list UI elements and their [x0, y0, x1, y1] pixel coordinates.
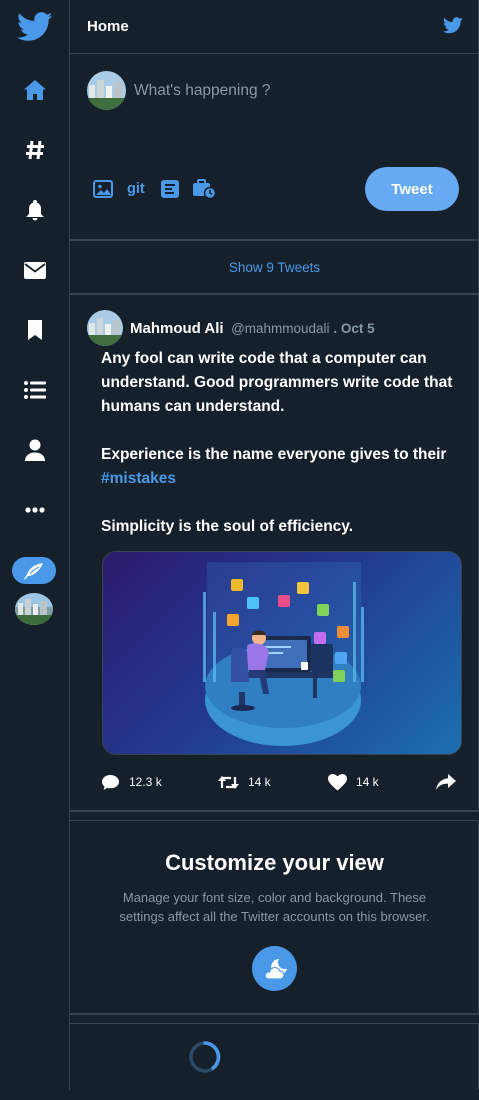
list-icon[interactable]	[0, 370, 69, 410]
tweet-date: . Oct 5	[329, 321, 375, 336]
retweet-count: 14 k	[248, 775, 271, 789]
tweet-paragraph: Any fool can write code that a computer …	[101, 350, 453, 415]
like-button[interactable]: 14 k	[328, 772, 379, 792]
tweet-button[interactable]: Tweet	[365, 167, 459, 211]
like-count: 14 k	[356, 775, 379, 789]
show-new-tweets-link[interactable]: Show 9 Tweets	[70, 241, 479, 295]
feather-icon	[24, 562, 43, 579]
section-divider	[70, 812, 479, 821]
more-icon[interactable]	[0, 490, 69, 530]
twitter-logo-icon[interactable]	[0, 7, 69, 47]
gif-button[interactable]: git	[127, 178, 145, 200]
loading-spinner-icon	[188, 1040, 222, 1074]
gif-label: git	[127, 181, 145, 197]
reply-count: 12.3 k	[129, 775, 162, 789]
tweet-meta: Mahmoud Ali @mahmmoudali . Oct 5	[130, 320, 375, 338]
home-icon[interactable]	[0, 70, 69, 110]
compose-tweet-button[interactable]	[12, 557, 56, 584]
hashtag-link[interactable]: #mistakes	[101, 470, 176, 487]
poll-icon[interactable]	[161, 178, 179, 200]
tweet-author-avatar[interactable]	[87, 310, 123, 346]
retweet-icon	[218, 775, 239, 789]
compose-input[interactable]	[134, 82, 434, 100]
section-divider	[70, 1015, 479, 1024]
tweet-card: Mahmoud Ali @mahmmoudali . Oct 5 Any foo…	[70, 295, 479, 812]
bookmark-icon[interactable]	[0, 310, 69, 350]
image-icon[interactable]	[93, 178, 113, 200]
tweet-text-span: Experience is the name everyone gives to…	[101, 446, 447, 463]
share-icon	[436, 774, 456, 790]
author-handle[interactable]: @mahmmoudali	[231, 321, 330, 336]
cloud-moon-icon	[264, 958, 287, 980]
bell-icon[interactable]	[0, 190, 69, 230]
schedule-icon[interactable]	[192, 178, 216, 200]
tweet-paragraph: Experience is the name everyone gives to…	[101, 443, 471, 491]
sidebar	[0, 0, 69, 1100]
comment-icon	[102, 774, 119, 790]
tweet-image[interactable]	[102, 551, 462, 755]
tweet-paragraph: Simplicity is the soul of efficiency.	[101, 518, 354, 535]
customize-title: Customize your view	[165, 850, 384, 875]
profile-avatar[interactable]	[15, 593, 53, 625]
page-title: Home	[87, 18, 129, 35]
composer-avatar	[87, 71, 126, 110]
retweet-button[interactable]: 14 k	[218, 772, 271, 792]
main-timeline: Home git Tweet S	[69, 0, 479, 1090]
envelope-icon[interactable]	[0, 250, 69, 290]
twitter-bird-icon	[443, 17, 463, 38]
reply-button[interactable]: 12.3 k	[101, 772, 162, 792]
user-icon[interactable]	[0, 430, 69, 470]
customize-view-panel: Customize your view Manage your font siz…	[70, 822, 479, 1015]
header: Home	[70, 0, 479, 54]
theme-toggle-button[interactable]	[252, 946, 297, 991]
customize-description: Manage your font size, color and backgro…	[119, 890, 430, 924]
tweet-text: Any fool can write code that a computer …	[101, 347, 471, 539]
author-name[interactable]: Mahmoud Ali	[130, 320, 224, 337]
heart-icon	[328, 773, 347, 790]
share-button[interactable]	[436, 772, 456, 792]
hashtag-icon[interactable]	[0, 130, 69, 170]
tweet-composer: git Tweet	[70, 54, 479, 241]
